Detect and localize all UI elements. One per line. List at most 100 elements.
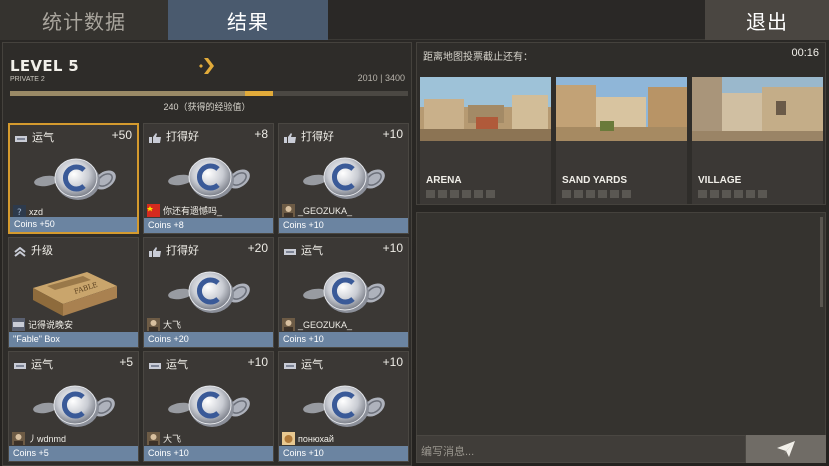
vote-slot [710, 190, 719, 198]
player-tag: 丿wdnmd [12, 432, 66, 445]
luck-icon [14, 358, 26, 369]
reward-card[interactable]: 运气 +10 大飞 Coins +10 [143, 351, 274, 462]
player-tag: _GEOZUKA_ [282, 318, 352, 331]
reward-label: Coins +8 [144, 218, 273, 233]
level-progress: LEVEL 5 PRIVATE 2 2010 | 3400 240（获得的经验值… [3, 43, 411, 119]
reward-type: 运气 [31, 359, 53, 371]
reward-label: Coins +20 [144, 332, 273, 347]
map-preview-image [420, 77, 551, 141]
player-tag: _GEOZUKA_ [282, 204, 352, 217]
fable-box-image: FABLE [27, 260, 122, 318]
reward-card-header: 升级 [9, 238, 138, 260]
vote-slot [438, 190, 447, 198]
luck-icon [15, 131, 27, 142]
map-vote-card[interactable]: ARENA [420, 77, 551, 204]
vote-slot [574, 190, 583, 198]
reward-card-header: 运气 +10 [279, 238, 408, 260]
reward-points: +10 [382, 127, 403, 141]
xp-bar [10, 91, 408, 96]
luck-avatar [12, 318, 25, 331]
player-tag: 大飞 [147, 318, 181, 331]
rewards-panel: LEVEL 5 PRIVATE 2 2010 | 3400 240（获得的经验值… [2, 42, 412, 466]
chat-input[interactable]: 编写消息... [416, 435, 746, 463]
reward-card[interactable]: 打得好 +20 大飞 Coins +20 [143, 237, 274, 348]
vote-timer: 00:16 [791, 47, 819, 59]
reward-points: +10 [247, 355, 268, 369]
chat-scrollbar[interactable] [820, 217, 823, 307]
reward-card-header: 运气 +10 [279, 352, 408, 374]
reward-points: +20 [247, 241, 268, 255]
chat-log[interactable] [416, 212, 826, 438]
map-name: VILLAGE [698, 175, 742, 186]
reward-label: Coins +10 [279, 446, 408, 461]
tab-results[interactable]: 结果 [168, 0, 328, 40]
send-button[interactable] [746, 435, 826, 463]
tab-stats[interactable]: 统计数据 [0, 0, 168, 40]
player-tag: понюхай [282, 432, 334, 445]
reward-points: +8 [254, 127, 268, 141]
player-name: 大飞 [163, 434, 182, 444]
xp-bar-fill [10, 91, 246, 96]
coins-image [297, 260, 392, 318]
reward-card[interactable]: 打得好 +10 _GEOZUKA_ Coins +10 [278, 123, 409, 234]
coins-image [162, 260, 257, 318]
reward-card[interactable]: 运气 +10 _GEOZUKA_ Coins +10 [278, 237, 409, 348]
xp-numbers: 2010 | 3400 [357, 73, 405, 83]
vote-slot [698, 190, 707, 198]
reward-points: +10 [382, 355, 403, 369]
vote-slots [562, 190, 634, 198]
coins-image [297, 146, 392, 204]
coins-image [28, 147, 123, 205]
player-name: 丿wdnmd [28, 434, 67, 444]
map-name: SAND YARDS [562, 175, 628, 186]
vote-slots [698, 190, 770, 198]
reward-points: +10 [382, 241, 403, 255]
player-name: понюхай [298, 433, 334, 444]
exit-button[interactable]: 退出 [705, 0, 829, 40]
reward-type: 运气 [301, 359, 323, 371]
reward-label: Coins +50 [10, 217, 137, 232]
luck-icon [284, 244, 296, 255]
coins-image [162, 374, 257, 432]
thumbs-up-icon [284, 130, 296, 143]
flag-avatar [147, 204, 160, 217]
reward-card-header: 运气 +5 [9, 352, 138, 374]
reward-card-header: 运气 +10 [144, 352, 273, 374]
reward-card[interactable]: 运气 +50? xzd Coins +50 [8, 123, 139, 234]
reward-card[interactable]: 运气 +10 понюхай Coins +10 [278, 351, 409, 462]
reward-cards-grid: 运气 +50? xzd Coins +50 打得好 +8 你还有遗憾吗_ Coins +8 打得… [8, 123, 410, 463]
vote-slot [462, 190, 471, 198]
reward-card[interactable]: 打得好 +8 你还有遗憾吗_ Coins +8 [143, 123, 274, 234]
reward-label: Coins +5 [9, 446, 138, 461]
coins-image [297, 374, 392, 432]
portrait-avatar [147, 318, 160, 331]
xp-gain-label: 240（获得的经验值） [163, 102, 251, 112]
reward-points: +50 [111, 128, 132, 142]
reward-label: "Fable" Box [9, 332, 138, 347]
reward-type: 打得好 [166, 245, 199, 257]
player-name: 大飞 [163, 320, 182, 330]
player-name: 记得说晚安 [28, 320, 74, 330]
reward-card[interactable]: 升级 FABLE 记得说晚安 "Fable" Box [8, 237, 139, 348]
coins-image [162, 146, 257, 204]
map-vote-panel: 距离地图投票截止还有： 00:16 ARENA SAND YARDS VILLAGE [416, 42, 826, 205]
reward-type: 打得好 [166, 131, 199, 143]
reward-label: Coins +10 [144, 446, 273, 461]
player-tag: 大飞 [147, 432, 181, 445]
map-vote-card[interactable]: SAND YARDS [556, 77, 687, 204]
player-name: _GEOZUKA_ [298, 319, 353, 330]
map-name: ARENA [426, 175, 462, 186]
map-vote-card[interactable]: VILLAGE [692, 77, 823, 204]
send-icon [777, 441, 795, 457]
reward-card-header: 打得好 +10 [279, 124, 408, 146]
player-name: 你还有遗憾吗_ [163, 206, 223, 216]
results-screen: 统计数据 结果 退出 LEVEL 5 PRIVATE 2 2010 | 3400… [0, 0, 829, 466]
vote-slot [450, 190, 459, 198]
reward-card-header: 打得好 +20 [144, 238, 273, 260]
reward-type: 运气 [166, 359, 188, 371]
level-title: LEVEL 5 [10, 57, 79, 75]
player-name: xzd [29, 206, 44, 217]
level-up-icon [14, 244, 26, 257]
rank-chevron-icon [199, 58, 214, 74]
reward-card[interactable]: 运气 +5 丿wdnmd Coins +5 [8, 351, 139, 462]
